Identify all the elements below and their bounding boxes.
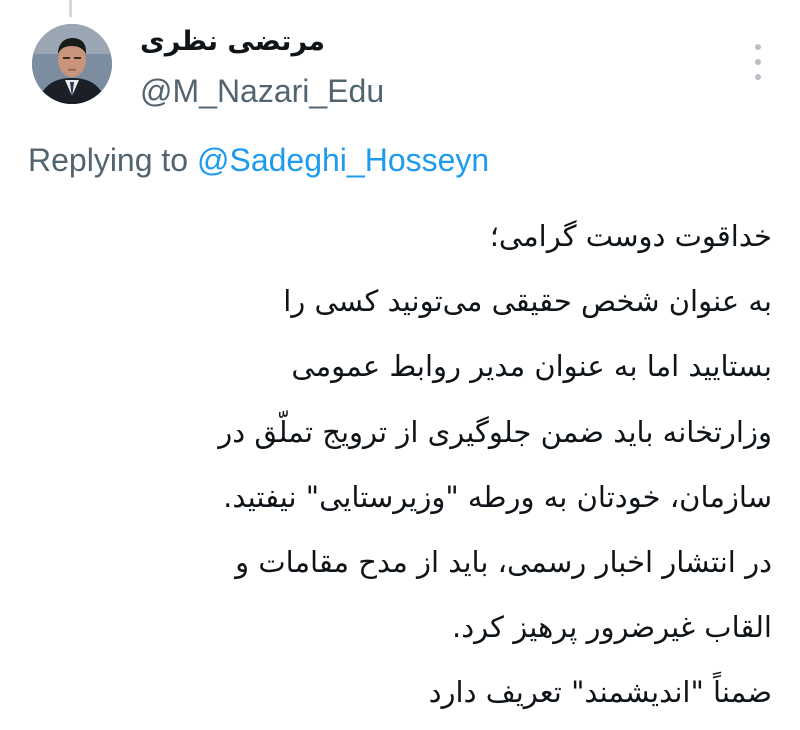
tweet-text-line: به عنوان شخص حقیقی می‌تونید کسی را: [283, 284, 772, 319]
tweet-text-line: سازمان، خودتان به ورطه "وزیرستایی" نیفتی…: [223, 479, 772, 514]
more-vertical-icon-dot: [755, 59, 761, 65]
avatar-photo: [32, 24, 112, 104]
tweet-text-line: ضمناً "اندیشمند" تعریف دارد: [428, 675, 772, 710]
more-options-button[interactable]: [748, 44, 768, 80]
author-avatar[interactable]: [32, 24, 112, 104]
thread-connector-line: [69, 0, 72, 17]
tweet-text-line: القاب غیرضرور پرهیز کرد.: [452, 610, 772, 645]
replying-to-label: Replying to: [28, 142, 197, 178]
tweet-text-line: بستایید اما به عنوان مدیر روابط عمومی: [291, 349, 772, 384]
replying-to-line: Replying to @Sadeghi_Hosseyn: [28, 142, 489, 179]
tweet-text-line: وزارتخانه باید ضمن جلوگیری از ترویج تملّ…: [218, 414, 772, 449]
tweet-text-line: در انتشار اخبار رسمی، باید از مدح مقامات…: [235, 545, 772, 580]
more-vertical-icon: [755, 44, 761, 50]
author-handle[interactable]: @M_Nazari_Edu: [140, 73, 384, 110]
more-vertical-icon-dot: [755, 74, 761, 80]
reply-mention-link[interactable]: @Sadeghi_Hosseyn: [197, 142, 489, 178]
tweet-text-line: خداقوت دوست گرامی؛: [489, 219, 772, 253]
tweet-text: خداقوت دوست گرامی؛ به عنوان شخص حقیقی می…: [12, 204, 772, 726]
author-display-name[interactable]: مرتضی نظری: [140, 26, 325, 57]
